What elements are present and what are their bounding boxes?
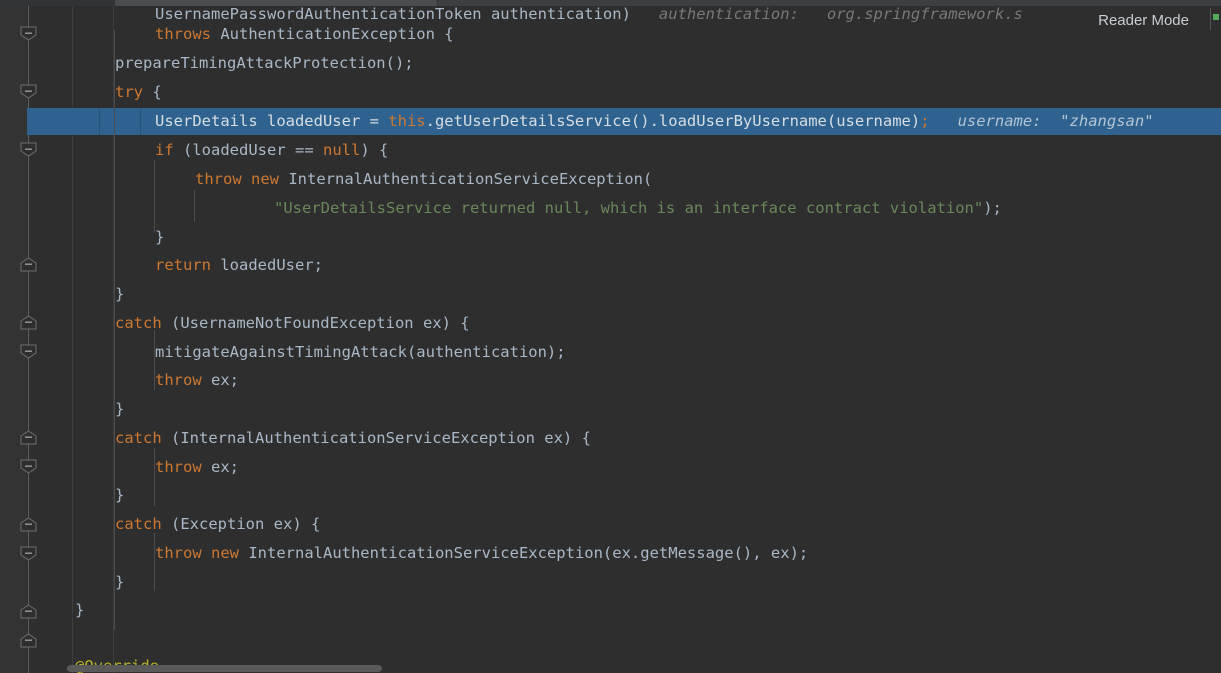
code-line[interactable]: throw new InternalAuthenticationServiceE…	[0, 539, 808, 568]
code-token: throw	[155, 458, 211, 476]
code-token: }	[155, 228, 165, 246]
code-line[interactable]: throws AuthenticationException {	[0, 20, 454, 49]
code-line[interactable]: throw new InternalAuthenticationServiceE…	[0, 165, 652, 194]
code-token: mitigateAgainstTimingAttack(authenticati…	[155, 343, 566, 361]
code-line[interactable]: catch (UsernameNotFoundException ex) {	[0, 309, 470, 338]
code-token: throw	[155, 371, 211, 389]
code-token: (UsernameNotFoundException ex) {	[171, 314, 470, 332]
horizontal-scrollbar-thumb[interactable]	[67, 665, 382, 672]
reader-mode-divider	[1210, 8, 1211, 30]
code-line[interactable]: try {	[0, 78, 162, 107]
code-line[interactable]: }	[0, 481, 124, 510]
code-token: "UserDetailsService returned null, which…	[274, 199, 984, 217]
code-token: (InternalAuthenticationServiceException …	[171, 429, 591, 447]
editor-window: UsernamePasswordAuthenticationToken auth…	[0, 0, 1221, 673]
code-token: ) {	[360, 141, 389, 159]
code-token: UserDetails loadedUser =	[155, 112, 389, 130]
code-token: prepareTimingAttackProtection();	[115, 54, 414, 72]
code-token: }	[115, 285, 125, 303]
code-token: try	[115, 83, 153, 101]
code-line[interactable]: UserDetails loadedUser = this.getUserDet…	[0, 107, 1154, 136]
code-token: (Exception ex) {	[171, 515, 321, 533]
code-line[interactable]	[0, 625, 115, 654]
code-line[interactable]: }	[0, 596, 84, 625]
code-line[interactable]: }	[0, 568, 124, 597]
code-line[interactable]: prepareTimingAttackProtection();	[0, 49, 414, 78]
code-token: username: "zhangsan"	[957, 112, 1154, 130]
code-token: AuthenticationException {	[220, 25, 454, 43]
code-token: .getUserDetailsService().loadUserByUsern…	[425, 112, 921, 130]
code-token: throw new	[155, 544, 249, 562]
horizontal-scrollbar-track[interactable]	[27, 664, 1221, 673]
code-token: ex;	[211, 458, 239, 476]
code-line[interactable]: return loadedUser;	[0, 251, 323, 280]
code-token: loadedUser;	[220, 256, 323, 274]
code-token: {	[152, 83, 162, 101]
code-line[interactable]: }	[0, 395, 124, 424]
code-token: if	[155, 141, 183, 159]
code-token: );	[983, 199, 1002, 217]
code-line[interactable]: }	[0, 280, 124, 309]
top-band-highlight	[115, 0, 437, 6]
code-token: }	[75, 601, 85, 619]
code-token: }	[115, 486, 125, 504]
code-token: null	[322, 141, 361, 159]
code-token: return	[155, 256, 221, 274]
code-token: catch	[115, 314, 171, 332]
code-token: catch	[115, 429, 171, 447]
code-token: ;	[920, 112, 930, 130]
code-token: throws	[155, 25, 221, 43]
code-token: authentication: org.springframework.s	[658, 5, 1023, 23]
code-token: this	[388, 112, 426, 130]
code-token: }	[115, 400, 125, 418]
top-clipped-band	[0, 0, 1221, 6]
code-token: }	[115, 573, 125, 591]
code-line[interactable]: "UserDetailsService returned null, which…	[0, 194, 1002, 223]
code-token: ex;	[211, 371, 239, 389]
code-line[interactable]: catch (Exception ex) {	[0, 510, 320, 539]
code-token: throw new	[195, 170, 289, 188]
inspection-status-icon[interactable]	[1213, 14, 1219, 20]
code-line[interactable]: if (loadedUser == null) {	[0, 136, 388, 165]
code-line[interactable]: throw ex;	[0, 366, 239, 395]
code-line[interactable]: catch (InternalAuthenticationServiceExce…	[0, 424, 591, 453]
code-line[interactable]: throw ex;	[0, 453, 239, 482]
code-token: catch	[115, 515, 171, 533]
code-token: InternalAuthenticationServiceException(	[288, 170, 653, 188]
reader-mode-label[interactable]: Reader Mode	[1084, 10, 1199, 31]
code-line[interactable]: mitigateAgainstTimingAttack(authenticati…	[0, 338, 566, 367]
code-token: InternalAuthenticationServiceException(e…	[248, 544, 809, 562]
code-line[interactable]: }	[0, 223, 164, 252]
code-token: (loadedUser ==	[183, 141, 323, 159]
